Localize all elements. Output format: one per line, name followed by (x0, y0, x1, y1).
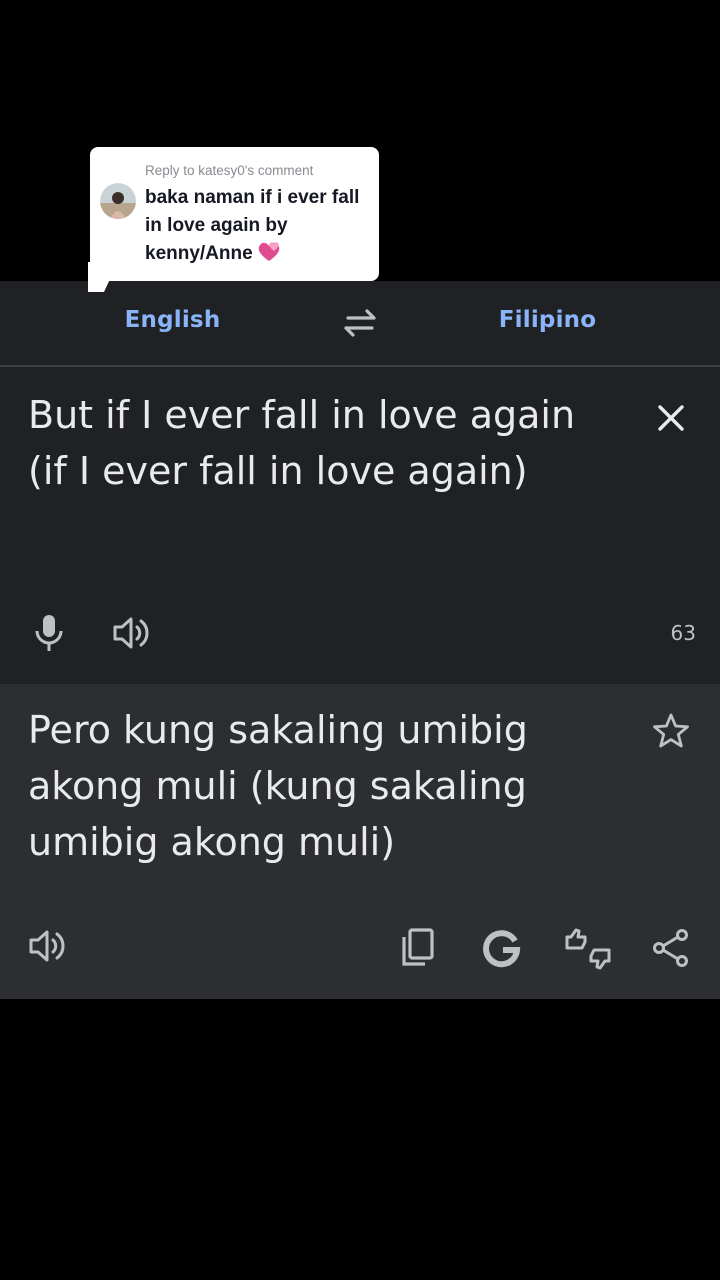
share-icon[interactable] (652, 928, 690, 968)
language-bar: English Filipino (0, 281, 720, 367)
speaker-icon[interactable] (112, 615, 152, 651)
feedback-thumbs-icon[interactable] (564, 928, 612, 970)
reply-comment-bubble[interactable]: Reply to katesy0's comment baka naman if… (90, 147, 379, 281)
speaker-icon[interactable] (28, 928, 68, 964)
translated-text: Pero kung sakaling umibig akong muli (ku… (28, 708, 528, 864)
swap-languages-icon[interactable] (340, 307, 380, 339)
microphone-icon[interactable] (32, 613, 66, 653)
source-language-button[interactable]: English (0, 307, 345, 333)
source-text-input[interactable]: But if I ever fall in love again (if I e… (28, 387, 588, 499)
target-language-button[interactable]: Filipino (375, 307, 720, 333)
source-panel: But if I ever fall in love again (if I e… (0, 367, 720, 683)
close-icon[interactable] (654, 401, 688, 435)
revolving-hearts-icon (258, 242, 279, 261)
copy-icon[interactable] (400, 928, 436, 968)
translate-app: English Filipino But if I ever fall in l… (0, 281, 720, 999)
character-count: 63 (670, 621, 696, 645)
google-icon[interactable] (482, 928, 522, 968)
reply-comment-text: baka naman if i ever fall in love again … (145, 187, 360, 264)
avatar (100, 183, 136, 219)
reply-header: Reply to katesy0's comment (145, 163, 314, 178)
result-panel: Pero kung sakaling umibig akong muli (ku… (0, 684, 720, 999)
star-icon[interactable] (652, 712, 690, 750)
